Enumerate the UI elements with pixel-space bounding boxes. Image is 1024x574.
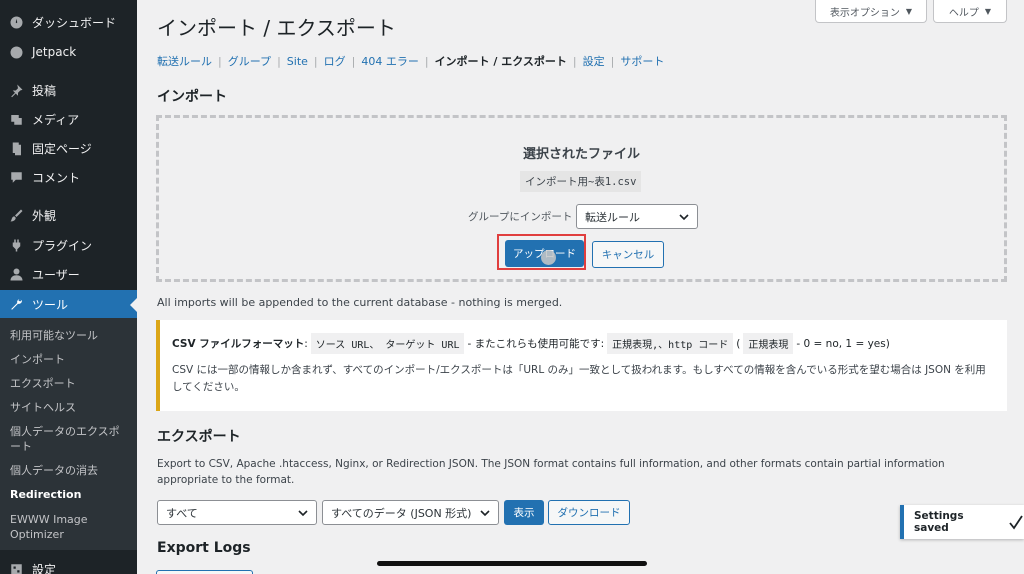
submenu-available-tools[interactable]: 利用可能なツール [10, 328, 130, 343]
sidebar-item-plugins[interactable]: プラグイン [0, 231, 137, 259]
brush-icon [8, 207, 24, 223]
submenu-import[interactable]: インポート [10, 352, 130, 367]
jetpack-icon [8, 44, 24, 60]
home-indicator [377, 561, 647, 566]
download-button[interactable]: ダウンロード [548, 500, 630, 525]
sidebar-item-label: ユーザー [32, 267, 80, 282]
toast-text: Settings saved [914, 510, 964, 534]
separator: | [424, 54, 429, 68]
tools-submenu: 利用可能なツール インポート エクスポート サイトヘルス 個人データのエクスポー… [0, 318, 137, 550]
sidebar-item-dashboard[interactable]: ダッシュボード [0, 8, 137, 36]
code-source-target: ソース URL、 ターゲット URL [310, 333, 465, 354]
notice-tail-text: - 0 = no, 1 = yes) [796, 337, 890, 350]
sidebar-item-jetpack[interactable]: Jetpack [0, 38, 137, 66]
sidebar-item-posts[interactable]: 投稿 [0, 76, 137, 104]
csv-format-notice: CSV ファイルフォーマット: ソース URL、 ターゲット URL - またこ… [156, 320, 1007, 411]
sidebar-item-users[interactable]: ユーザー [0, 260, 137, 288]
user-icon [8, 266, 24, 282]
tab-support[interactable]: サポート [620, 53, 664, 69]
import-heading: インポート [157, 89, 227, 105]
tab-groups[interactable]: グループ [228, 53, 271, 69]
selected-filename: インポート用~表1.csv [520, 171, 642, 192]
submenu-export[interactable]: エクスポート [10, 376, 130, 391]
csv-notice-description: CSV には一部の情報しか含まれず、すべてのインポート/エクスポートは「URL … [172, 364, 986, 393]
tab-redirects[interactable]: 転送ルール [157, 53, 212, 69]
active-indicator [130, 298, 137, 312]
dashboard-icon [8, 14, 24, 30]
separator: | [277, 54, 281, 68]
selected-file-title: 選択されたファイル [522, 147, 640, 162]
export-description: Export to CSV, Apache .htaccess, Nginx, … [157, 458, 945, 486]
chevron-down-icon [298, 510, 308, 517]
settings-icon [8, 561, 24, 574]
chevron-down-icon [480, 510, 490, 517]
code-regex-http: 正規表現,、http コード [607, 333, 734, 354]
separator: | [572, 54, 577, 68]
touch-indicator [541, 250, 556, 265]
import-note: All imports will be appended to the curr… [157, 296, 563, 309]
code-regex: 正規表現 [743, 333, 794, 354]
sidebar-item-label: ダッシュボード [32, 15, 117, 30]
csv-format-line: CSV ファイルフォーマット: ソース URL、 ターゲット URL - またこ… [172, 333, 890, 354]
submenu-erase-personal-data[interactable]: 個人データの消去 [10, 463, 130, 478]
pin-icon [8, 82, 24, 98]
wrench-icon [8, 296, 24, 312]
tab-404-errors[interactable]: 404 エラー [361, 53, 419, 69]
sidebar-item-label: 固定ページ [32, 141, 92, 156]
media-icon [8, 111, 24, 127]
checkmark-icon [1009, 515, 1023, 530]
sidebar-item-label: プラグイン [32, 238, 93, 253]
tab-options[interactable]: 設定 [583, 53, 605, 69]
sidebar-item-comments[interactable]: コメント [0, 163, 137, 191]
separator: | [610, 54, 615, 68]
comment-icon [8, 169, 24, 185]
export-heading: エクスポート [157, 429, 241, 445]
tab-import-export[interactable]: インポート / エクスポート [435, 53, 567, 69]
view-button[interactable]: 表示 [504, 500, 544, 525]
sidebar-item-label: 外観 [32, 208, 57, 223]
caret-down-icon: ▼ [905, 6, 913, 16]
notice-mid-text: - またこれらも使用可能です: [467, 338, 605, 350]
export-logs-heading: Export Logs [157, 540, 251, 556]
chevron-down-icon [679, 214, 689, 221]
sidebar-item-appearance[interactable]: 外観 [0, 201, 137, 229]
tab-site[interactable]: Site [287, 55, 308, 68]
plugin-icon [8, 237, 24, 253]
csv-format-label: CSV ファイルフォーマット [172, 338, 305, 350]
submenu-ewww-image-optimizer[interactable]: EWWW Image Optimizer [10, 512, 130, 542]
sidebar-item-tools[interactable]: ツール [0, 290, 137, 318]
screen-options-button[interactable]: 表示オプション ▼ [815, 0, 927, 23]
sidebar-item-label: コメント [32, 170, 81, 185]
export-module-select[interactable]: すべて [157, 500, 317, 525]
redirection-tabs: 転送ルール | グループ | Site | ログ | 404 エラー | インポート / … [157, 53, 664, 69]
separator: | [351, 54, 356, 68]
separator: | [218, 54, 222, 68]
sidebar-item-label: ツール [32, 297, 69, 312]
page-icon [8, 140, 24, 156]
sidebar-item-label: Jetpack [32, 45, 77, 59]
csv-format-colon: : [304, 337, 308, 350]
import-group-label: グループにインポート [468, 211, 573, 223]
sidebar-item-pages[interactable]: 固定ページ [0, 134, 137, 162]
sidebar-item-media[interactable]: メディア [0, 105, 137, 133]
submenu-site-health[interactable]: サイトヘルス [10, 400, 130, 415]
settings-saved-toast: Settings saved [900, 505, 1024, 539]
tab-logs[interactable]: ログ [324, 53, 346, 69]
export-format-select[interactable]: すべてのデータ (JSON 形式) [322, 500, 499, 525]
import-group-select[interactable]: 転送ルール [576, 204, 698, 229]
submenu-redirection[interactable]: Redirection [10, 487, 130, 502]
caret-down-icon: ▼ [984, 6, 992, 16]
sidebar-item-label: メディア [32, 112, 80, 127]
help-button[interactable]: ヘルプ ▼ [933, 0, 1007, 23]
sidebar-item-label: 投稿 [32, 83, 57, 98]
sidebar-item-label: 設定 [32, 562, 57, 574]
cancel-button[interactable]: キャンセル [592, 241, 664, 268]
admin-sidebar: ダッシュボード Jetpack 投稿 メディア 固定ページ コメント 外観 プラ… [0, 0, 137, 574]
page-title: インポート / エクスポート [157, 16, 396, 40]
export-logs-button[interactable] [156, 570, 253, 574]
sidebar-item-settings[interactable]: 設定 [0, 555, 137, 574]
submenu-export-personal-data[interactable]: 個人データのエクスポート [10, 424, 130, 454]
separator: | [313, 54, 318, 68]
notice-paren: ( [736, 337, 741, 350]
